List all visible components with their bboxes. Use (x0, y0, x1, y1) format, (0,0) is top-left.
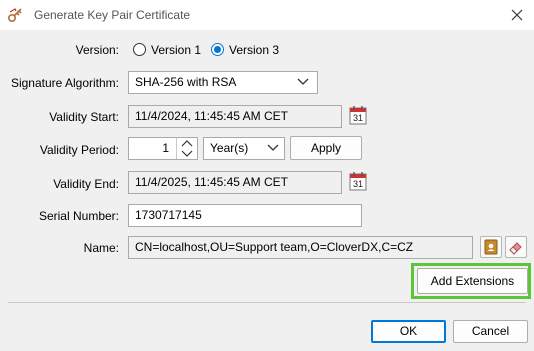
validity-end-label: Validity End: (53, 177, 119, 191)
ok-button[interactable]: OK (371, 320, 446, 343)
add-extensions-button[interactable]: Add Extensions (417, 268, 528, 294)
version-label: Version: (75, 43, 119, 57)
eraser-icon (509, 242, 522, 255)
spinner-arrows[interactable] (176, 138, 197, 159)
address-book-icon (484, 239, 498, 255)
validity-period-label: Validity Period: (39, 143, 119, 157)
version-1-radio[interactable] (133, 43, 146, 56)
signature-algorithm-value: SHA-256 with RSA (135, 75, 237, 89)
calendar-icon[interactable]: 31 (348, 105, 368, 126)
divider (8, 302, 526, 303)
validity-start-field: 11/4/2024, 11:45:45 AM CET (128, 105, 342, 128)
name-field: CN=localhost,OU=Support team,O=CloverDX,… (128, 236, 473, 259)
serial-number-input[interactable]: 1730717145 (128, 204, 362, 227)
title-bar: Generate Key Pair Certificate (0, 0, 534, 30)
version-3-label[interactable]: Version 3 (229, 43, 279, 57)
name-value: CN=localhost,OU=Support team,O=CloverDX,… (135, 240, 414, 254)
calendar-day: 31 (353, 179, 364, 189)
serial-number-value: 1730717145 (135, 208, 202, 222)
validity-period-unit: Year(s) (210, 141, 249, 155)
address-book-button[interactable] (480, 236, 502, 258)
version-1-label[interactable]: Version 1 (151, 43, 201, 57)
signature-algorithm-select[interactable]: SHA-256 with RSA (128, 71, 318, 94)
close-icon[interactable] (507, 5, 527, 25)
name-label: Name: (83, 241, 119, 255)
clear-button[interactable] (505, 236, 527, 258)
validity-end-field: 11/4/2025, 11:45:45 AM CET (128, 171, 342, 194)
validity-period-amount: 1 (162, 141, 169, 155)
signature-algorithm-label: Signature Algorithm: (10, 76, 119, 90)
cancel-button[interactable]: Cancel (453, 320, 528, 343)
validity-start-value: 11/4/2024, 11:45:45 AM CET (135, 109, 288, 123)
chevron-down-icon (267, 144, 279, 151)
chevron-down-icon (297, 78, 309, 85)
version-3-radio[interactable] (211, 43, 224, 56)
validity-start-label: Validity Start: (49, 110, 119, 124)
window-title: Generate Key Pair Certificate (34, 8, 191, 22)
calendar-day: 31 (353, 113, 364, 123)
serial-number-label: Serial Number: (38, 209, 119, 223)
apply-button[interactable]: Apply (290, 136, 362, 160)
validity-end-value: 11/4/2025, 11:45:45 AM CET (135, 175, 288, 189)
app-icon (7, 8, 22, 23)
calendar-icon[interactable]: 31 (348, 171, 368, 192)
